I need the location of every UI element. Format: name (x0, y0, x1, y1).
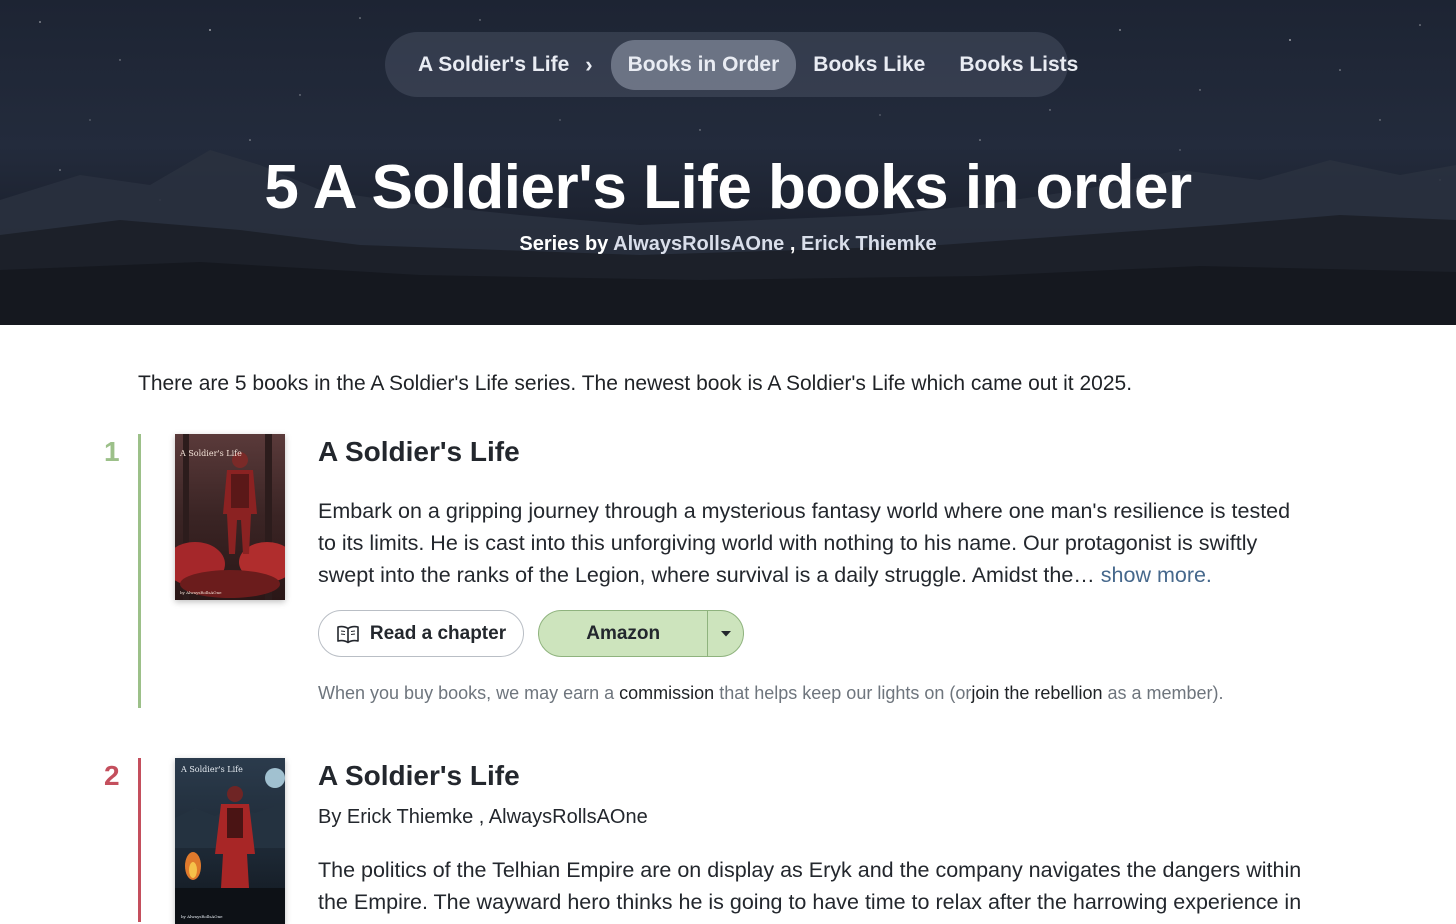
author-link-alwaysrollsaone[interactable]: AlwaysRollsAOne (613, 233, 784, 255)
hero-banner: A Soldier's Life › Books in Order Books … (0, 0, 1456, 325)
amazon-dropdown-toggle[interactable] (707, 611, 743, 656)
series-byline: Series by AlwaysRollsAOne , Erick Thiemk… (0, 233, 1456, 256)
book-description: The politics of the Telhian Empire are o… (318, 858, 1302, 914)
note-text-middle: that helps keep our lights on (or (719, 683, 972, 703)
note-text-after: as a member). (1107, 683, 1224, 703)
open-book-icon (337, 625, 359, 643)
amazon-label: Amazon (586, 622, 661, 644)
cover-title-text: A Soldier's Life (180, 765, 243, 774)
cover-author-text: by AlwaysRollsAOne (180, 590, 222, 595)
note-text-before: When you buy books, we may earn a (318, 683, 615, 703)
book-description: Embark on a gripping journey through a m… (318, 495, 1308, 591)
book-accent-bar (138, 434, 141, 708)
series-by-label: Series by (519, 233, 609, 255)
caret-down-icon (720, 630, 731, 636)
nav-tab-books-like[interactable]: Books Like (813, 53, 925, 77)
book-cover-2[interactable]: A Soldier's Life by AlwaysRollsAOne (175, 758, 285, 924)
book-title[interactable]: A Soldier's Life (318, 760, 520, 792)
author-link-erick-thiemke[interactable]: Erick Thiemke (801, 233, 937, 255)
commission-link[interactable]: commission (619, 683, 714, 703)
show-more-link[interactable]: show more. (1101, 563, 1212, 587)
book-number: 1 (104, 436, 120, 467)
book-number: 2 (104, 760, 120, 791)
book-byline: By Erick Thiemke , AlwaysRollsAOne (318, 806, 648, 828)
cover-author-text: by AlwaysRollsAOne (181, 914, 223, 919)
book-title[interactable]: A Soldier's Life (318, 436, 520, 468)
cover-title-text: A Soldier's Life (179, 449, 242, 458)
series-intro: There are 5 books in the A Soldier's Lif… (138, 372, 1133, 395)
nav-tab-books-lists[interactable]: Books Lists (959, 53, 1078, 77)
series-nav: A Soldier's Life › Books in Order Books … (385, 32, 1078, 97)
join-rebellion-link[interactable]: join the rebellion (971, 683, 1102, 703)
nav-series-link[interactable]: A Soldier's Life (418, 53, 569, 77)
author-separator: , (789, 233, 796, 255)
page-title: 5 A Soldier's Life books in order (264, 153, 1192, 222)
affiliate-note: When you buy books, we may earn a commis… (318, 683, 1224, 704)
nav-tab-books-in-order[interactable]: Books in Order (610, 39, 797, 90)
book-accent-bar (138, 758, 141, 922)
amazon-button[interactable]: Amazon (538, 610, 744, 657)
chevron-right-icon: › (585, 51, 593, 77)
book-cover-1[interactable]: A Soldier's Life by AlwaysRollsAOne (175, 434, 285, 600)
read-chapter-label: Read a chapter (369, 622, 507, 644)
read-chapter-button[interactable]: Read a chapter (318, 610, 524, 657)
